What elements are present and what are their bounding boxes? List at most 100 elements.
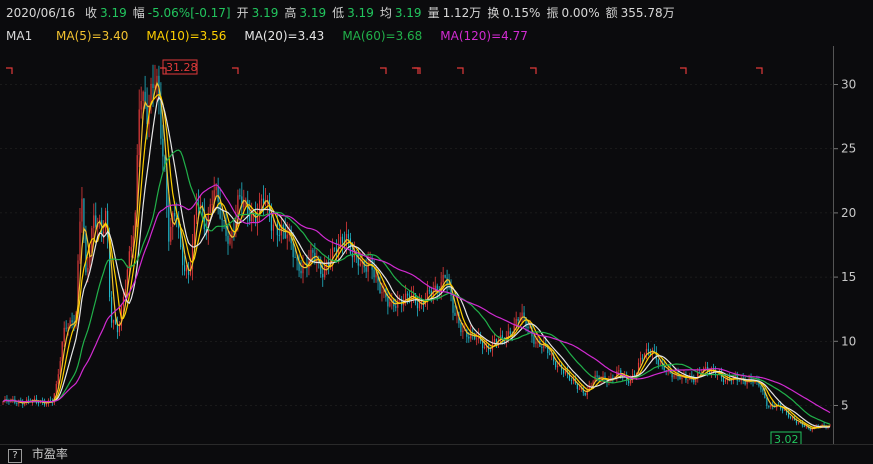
ma-entry-3: MA(60)=3.68 [342, 29, 423, 43]
quote-field-6: 量 1.12万 [428, 6, 482, 20]
candle-body [521, 312, 523, 318]
candle-body [389, 301, 391, 307]
candle-body [634, 374, 636, 376]
candle-body [493, 338, 496, 343]
candle-body [578, 388, 580, 390]
candle-body [237, 195, 239, 218]
candle-body [797, 422, 800, 424]
candle-body [811, 429, 813, 431]
candle-body [444, 274, 446, 278]
candle-body [85, 233, 87, 273]
candle-body [724, 379, 726, 382]
candle-body [28, 399, 30, 402]
candle-body [501, 335, 503, 338]
candle-body [442, 274, 444, 283]
candle-body [223, 220, 225, 221]
candle-body [217, 186, 219, 202]
y-tick-label: 5 [841, 398, 849, 412]
candle-body [705, 366, 707, 369]
candle-body [596, 375, 598, 377]
indicator-label[interactable]: 市盈率 [32, 447, 68, 461]
quote-field-label: 均 [379, 6, 392, 20]
candle-body [381, 292, 383, 294]
candle-body [292, 243, 294, 258]
candle-body [791, 417, 794, 419]
quote-fields: 收 3.19 幅 -5.06%[-0.17] 开 3.19 高 3.19 低 3.19 均 3.19 量… [79, 6, 675, 20]
candle-body [199, 204, 201, 207]
candle-body [555, 361, 557, 368]
candle-body [209, 204, 211, 213]
top-marker [6, 67, 13, 74]
price-chart[interactable]: 31.28 3.02 [0, 46, 833, 444]
candle-body [805, 426, 807, 428]
candle-body [375, 274, 377, 278]
quote-field-8: 振 0.00% [546, 6, 599, 20]
quote-field-label: 高 [284, 6, 297, 20]
candle-body [142, 91, 144, 101]
candle-body [460, 323, 462, 333]
candle-body [359, 263, 361, 266]
quote-field-label: 开 [236, 6, 249, 20]
quote-date: 2020/06/16 [6, 6, 76, 20]
top-marker [380, 67, 387, 74]
candle-body [768, 405, 770, 408]
candle-body [416, 302, 419, 309]
ma-title: MA1 [6, 29, 33, 43]
candle-body [63, 327, 65, 342]
candle-body [456, 314, 458, 316]
candle-body [507, 331, 509, 338]
candle-body [628, 380, 630, 384]
quote-field-label: 收 [85, 6, 98, 20]
candle-body [87, 267, 89, 273]
candle-body [79, 221, 81, 261]
candle-body [347, 234, 349, 239]
candle-body [333, 247, 336, 249]
candle-body [803, 425, 805, 427]
quote-field-0: 收 3.19 [85, 6, 127, 20]
y-tick-label: 20 [841, 206, 856, 220]
candle-body [95, 215, 97, 227]
ma-line-2 [2, 96, 831, 428]
candle-body [185, 267, 188, 272]
candle-body [659, 363, 661, 365]
candle-body [286, 234, 288, 239]
candle-body [140, 100, 142, 110]
candle-body [93, 215, 95, 229]
quote-field-value: 1.12万 [442, 6, 482, 20]
top-marker [680, 67, 687, 74]
quote-field-value: 3.19 [347, 6, 374, 20]
top-marker [530, 67, 537, 74]
candle-body [395, 306, 397, 308]
candle-body [570, 380, 573, 381]
top-marker [756, 67, 763, 74]
candle-body [371, 257, 373, 270]
ma-entry-1: MA(10)=3.56 [146, 29, 227, 43]
candle-body [527, 326, 529, 328]
candle-body [193, 215, 196, 244]
quote-field-5: 均 3.19 [380, 6, 422, 20]
candle-body [324, 266, 326, 278]
candle-body [509, 331, 511, 335]
candle-body [272, 224, 274, 231]
candle-body [557, 365, 559, 368]
candle-body [766, 397, 768, 406]
candle-body [302, 263, 304, 274]
candle-body [118, 325, 121, 333]
ma-entry-2: MA(20)=3.43 [244, 29, 325, 43]
quote-field-9: 额 355.78万 [606, 6, 675, 20]
low-label: 3.02 [774, 433, 799, 444]
candle-body [45, 403, 48, 405]
candle-body [462, 330, 464, 333]
y-tick-label: 25 [841, 142, 856, 156]
candle-body [183, 265, 186, 272]
quote-field-label: 量 [427, 6, 440, 20]
question-icon[interactable]: ? [8, 449, 22, 463]
candle-body [243, 202, 245, 208]
candle-body [641, 357, 644, 359]
candle-body [387, 297, 389, 307]
quote-field-value: 3.19 [299, 6, 327, 20]
y-tick-label: 30 [841, 78, 856, 92]
candle-body [81, 198, 83, 222]
candle-body [112, 319, 115, 323]
candle-body [219, 201, 221, 219]
